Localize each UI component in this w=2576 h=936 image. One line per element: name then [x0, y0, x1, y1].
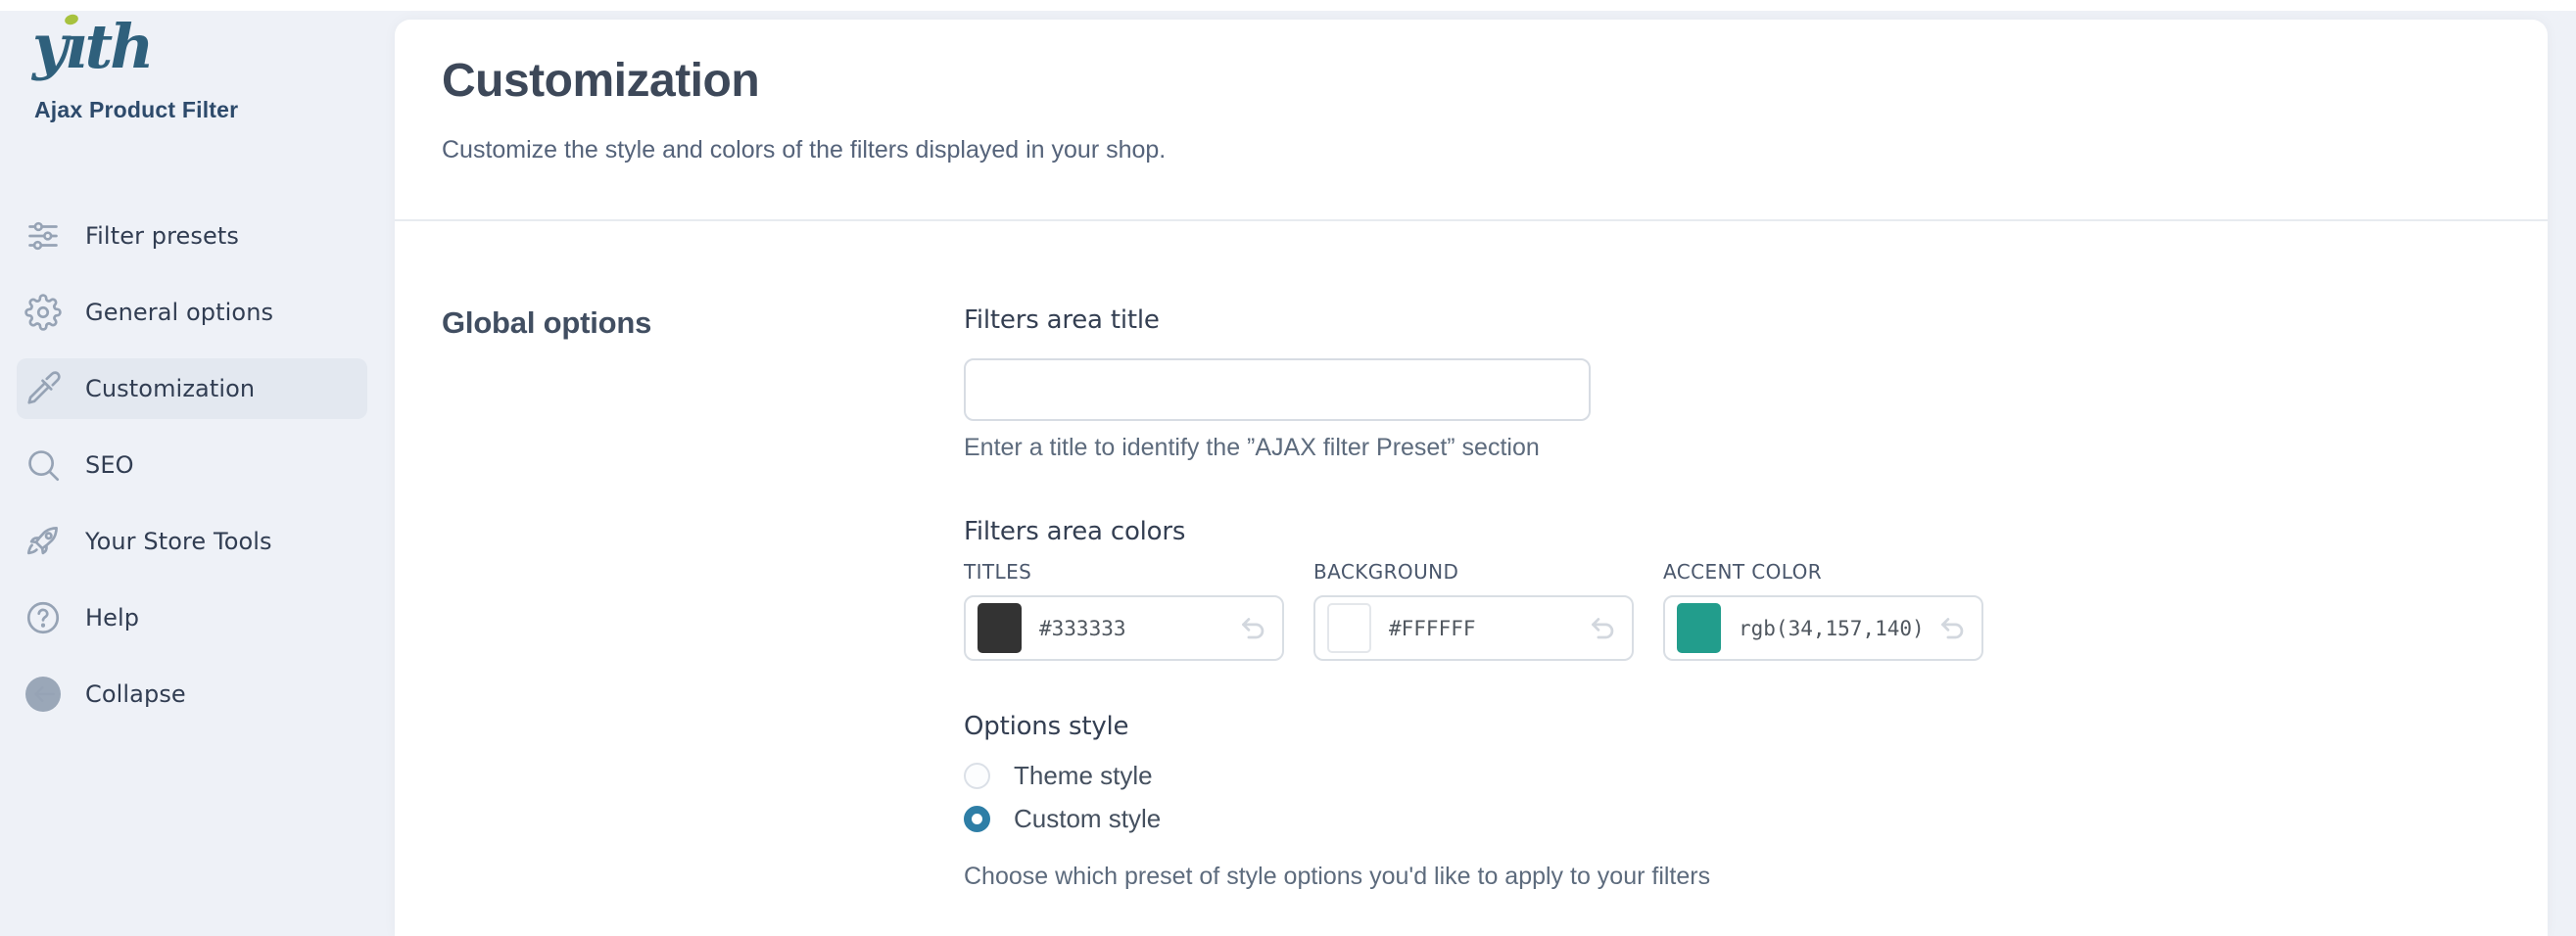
background-column-label: BACKGROUND	[1313, 560, 1634, 584]
sidebar-item-label: General options	[85, 299, 273, 326]
panel-header: Customization Customize the style and co…	[395, 20, 2548, 221]
help-icon	[24, 599, 62, 636]
titles-color-picker[interactable]: #333333	[964, 595, 1284, 661]
sliders-icon	[24, 217, 62, 255]
background-color-picker[interactable]: #FFFFFF	[1313, 595, 1634, 661]
page-title: Customization	[442, 55, 2501, 108]
accent-color-column-label: ACCENT COLOR	[1663, 560, 1983, 584]
undo-icon	[1936, 614, 1968, 643]
sidebar-item-label: Your Store Tools	[85, 528, 272, 555]
theme-style-option[interactable]: Theme style	[964, 759, 2041, 792]
sidebar-item-general-options[interactable]: General options	[17, 282, 367, 343]
sidebar-item-collapse[interactable]: Collapse	[17, 664, 367, 725]
sidebar-item-label: Customization	[85, 375, 255, 402]
rocket-icon	[24, 523, 62, 560]
accent-color-swatch[interactable]	[1677, 603, 1721, 653]
logo-letter-y: y	[32, 11, 65, 82]
theme-style-radio-label: Theme style	[1014, 761, 1153, 791]
theme-style-radio[interactable]	[964, 763, 990, 789]
sidebar-item-label: Collapse	[85, 680, 186, 708]
accent-color-reset-button[interactable]	[1936, 614, 1968, 643]
accent-color-value[interactable]: rgb(34,157,140)	[1739, 617, 1925, 640]
sidebar-item-customization[interactable]: Customization	[17, 358, 367, 419]
custom-style-option[interactable]: Custom style	[964, 802, 2041, 835]
sidebar-item-help[interactable]: Help	[17, 587, 367, 648]
background-color-reset-button[interactable]	[1587, 614, 1618, 643]
section-fields-column: Filters area title Enter a title to iden…	[964, 305, 2041, 891]
accent-color-picker[interactable]: rgb(34,157,140)	[1663, 595, 1983, 661]
filters-area-colors-label: Filters area colors	[964, 517, 2041, 546]
color-column-labels: TITLES BACKGROUND ACCENT COLOR	[964, 560, 2041, 584]
undo-icon	[1587, 614, 1618, 643]
sidebar-item-your-store-tools[interactable]: Your Store Tools	[17, 511, 367, 572]
custom-style-radio-label: Custom style	[1014, 804, 1161, 834]
titles-column-label: TITLES	[964, 560, 1284, 584]
options-style-label: Options style	[964, 712, 2041, 741]
yith-logo[interactable]: yıth	[32, 11, 151, 83]
filters-area-title-help: Enter a title to identify the ”AJAX filt…	[964, 434, 2041, 462]
top-strip	[0, 0, 2576, 11]
undo-icon	[1237, 614, 1268, 643]
sidebar: yıth Ajax Product Filter Filter presets …	[0, 11, 395, 936]
titles-color-reset-button[interactable]	[1237, 614, 1268, 643]
filters-area-title-label: Filters area title	[964, 305, 2041, 335]
collapse-icon	[24, 676, 62, 713]
page-subtitle: Customize the style and colors of the fi…	[442, 136, 2501, 164]
titles-color-swatch[interactable]	[978, 603, 1022, 653]
eyedropper-icon	[24, 370, 62, 407]
sidebar-item-label: SEO	[85, 451, 134, 479]
color-pickers-row: #333333 #FFFFFF rgb(34,157,140)	[964, 595, 2041, 661]
sidebar-item-filter-presets[interactable]: Filter presets	[17, 206, 367, 266]
options-style-help: Choose which preset of style options you…	[964, 863, 2041, 891]
titles-color-value[interactable]: #333333	[1039, 617, 1126, 640]
sidebar-item-label: Help	[85, 604, 139, 632]
background-color-swatch[interactable]	[1327, 603, 1371, 653]
section-title: Global options	[442, 305, 964, 341]
section-label-column: Global options	[442, 305, 964, 891]
sidebar-item-seo[interactable]: SEO	[17, 435, 367, 495]
global-options-section: Global options Filters area title Enter …	[395, 221, 2548, 891]
sidebar-item-label: Filter presets	[85, 222, 239, 250]
filters-area-title-input[interactable]	[964, 358, 1591, 421]
logo-letter-i: ı	[65, 11, 85, 82]
search-icon	[24, 446, 62, 484]
logo-green-dot-icon	[64, 13, 79, 26]
sidebar-menu: Filter presets General options Customiza…	[17, 206, 367, 740]
gear-icon	[24, 294, 62, 331]
product-name[interactable]: Ajax Product Filter	[34, 97, 238, 123]
options-style-radio-group: Theme style Custom style	[964, 759, 2041, 835]
custom-style-radio[interactable]	[964, 806, 990, 832]
main-panel: Customization Customize the style and co…	[395, 20, 2548, 936]
logo-letters-th: th	[85, 11, 152, 82]
background-color-value[interactable]: #FFFFFF	[1389, 617, 1476, 640]
